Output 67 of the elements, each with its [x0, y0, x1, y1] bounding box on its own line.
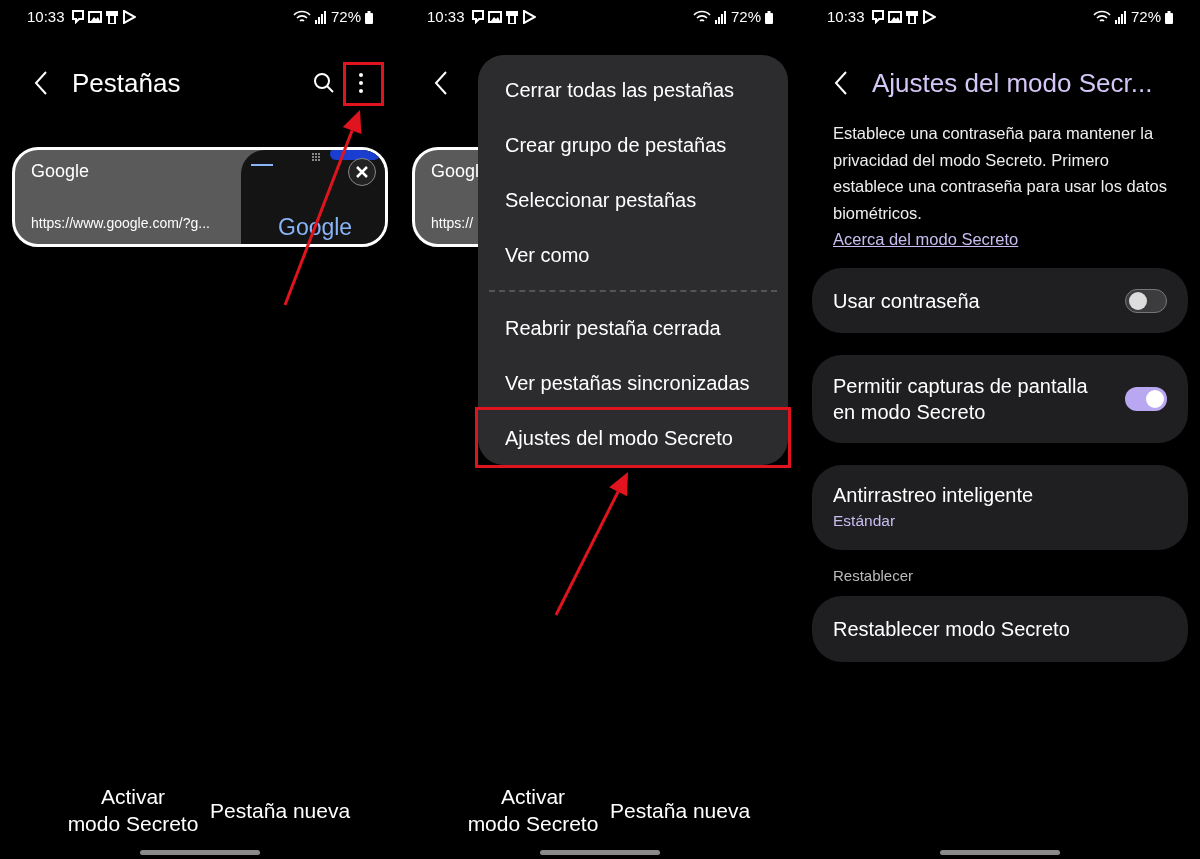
battery-icon [765, 10, 773, 24]
tab-url: https:// [431, 214, 475, 233]
chat-bubble-icon [870, 10, 885, 24]
setting-row[interactable]: Permitir capturas de pantalla en modo Secreto [812, 355, 1188, 443]
highlight-frame [343, 62, 384, 106]
battery-icon [1165, 10, 1173, 24]
menu-item[interactable]: Cerrar todas las pestañas [478, 62, 788, 117]
new-tab-button[interactable]: Pestaña nueva [610, 796, 751, 824]
about-link[interactable]: Acerca del modo Secreto [812, 226, 1040, 252]
tab-indicator [251, 164, 273, 166]
play-icon [921, 10, 936, 24]
back-icon [34, 71, 48, 95]
device-icon [904, 10, 919, 24]
signal-icon [1114, 10, 1127, 24]
setting-label: Antirrastreo inteligente [833, 483, 1035, 509]
signal-icon [714, 10, 727, 24]
play-icon [521, 10, 536, 24]
setting-row[interactable]: Usar contraseña [812, 268, 1188, 333]
back-icon [434, 71, 448, 95]
signal-icon [314, 10, 327, 24]
menu-item[interactable]: Ver pestañas sincronizadas [478, 355, 788, 410]
menu-item[interactable]: Ver como [478, 227, 788, 282]
image-icon [87, 10, 102, 24]
menu-item[interactable]: Seleccionar pestañas [478, 172, 788, 227]
section-label: Restablecer [832, 566, 915, 586]
wifi-icon [292, 10, 311, 24]
menu-item[interactable]: Reabrir pestaña cerrada [478, 300, 788, 355]
more-options-icon [358, 72, 364, 94]
page-title: Ajustes del modo Secr... [872, 66, 1153, 100]
tab-title: Google [31, 160, 91, 183]
play-icon [121, 10, 136, 24]
toggle-switch[interactable] [1125, 387, 1167, 411]
battery-percent: 72% [330, 6, 361, 27]
setting-label: Usar contraseña [833, 288, 981, 314]
close-icon [356, 166, 368, 178]
toggle-switch[interactable] [1125, 288, 1167, 313]
battery-percent: 72% [730, 6, 761, 27]
wifi-icon [692, 10, 711, 24]
battery-icon [365, 10, 373, 24]
new-tab-button[interactable]: Pestaña nueva [210, 796, 351, 824]
back-icon [834, 71, 848, 95]
device-icon [104, 10, 119, 24]
description-text: Establece una contraseña para mantener la privacidad del modo Secreto. Primero establece una contraseña para usar los datos biométricos. [832, 123, 1168, 224]
tab-url: https://www.google.com/?g... [31, 214, 211, 233]
chat-bubble-icon [70, 10, 85, 24]
image-icon [487, 10, 502, 24]
search-icon [313, 72, 335, 94]
apps-grid-icon [312, 153, 320, 161]
status-time: 10:33 [827, 6, 865, 27]
device-icon [504, 10, 519, 24]
battery-percent: 72% [1130, 6, 1161, 27]
close-tab-button[interactable] [348, 158, 376, 186]
chat-bubble-icon [470, 10, 485, 24]
tab-title: Googl [431, 160, 481, 183]
menu-item[interactable]: Crear grupo de pestañas [478, 117, 788, 172]
setting-row[interactable]: Antirrastreo inteligente Estándar [812, 465, 1188, 550]
image-icon [887, 10, 902, 24]
menu-item[interactable]: Ajustes del modo Secreto [478, 410, 788, 465]
status-time: 10:33 [27, 6, 65, 27]
page-title: Pestañas [72, 66, 182, 100]
status-time: 10:33 [427, 6, 465, 27]
setting-label: Restablecer modo Secreto [833, 616, 1071, 642]
sign-in-pill [330, 150, 380, 160]
setting-label: Permitir capturas de pantalla en modo Secreto [833, 374, 1089, 425]
wifi-icon [1092, 10, 1111, 24]
setting-value: Estándar [833, 511, 897, 532]
setting-row[interactable]: Restablecer modo Secreto [812, 595, 1188, 662]
